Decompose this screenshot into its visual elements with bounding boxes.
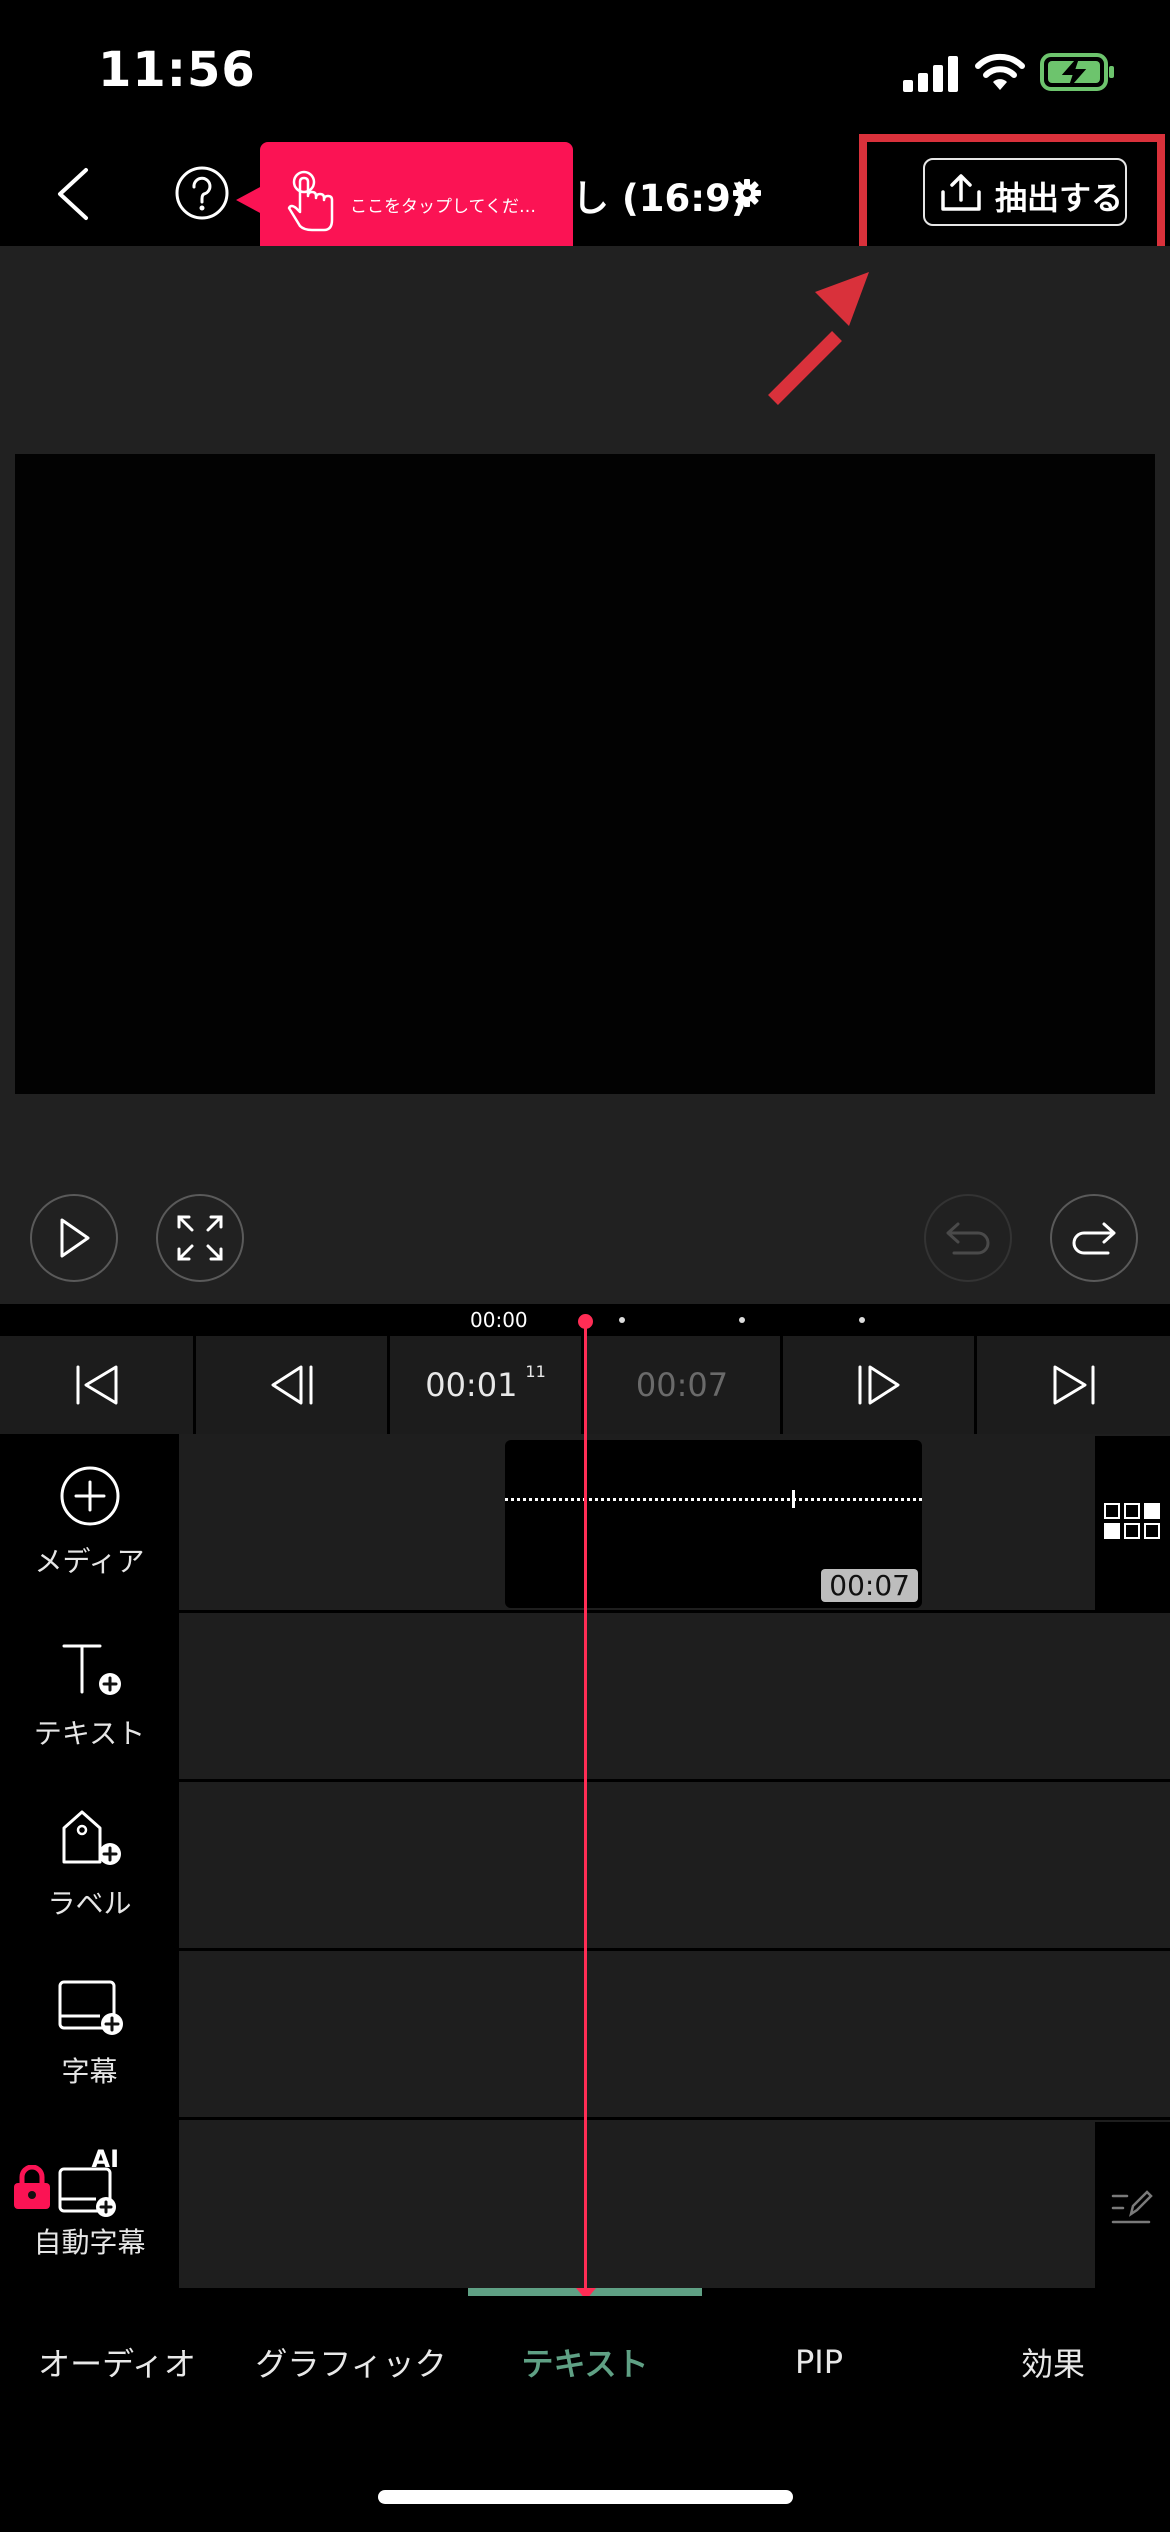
ruler-time-label: 00:00	[470, 1308, 528, 1332]
plus-circle-icon	[60, 1466, 119, 1526]
redo-button[interactable]	[1050, 1194, 1138, 1282]
ruler-tick	[619, 1317, 625, 1323]
lock-icon	[13, 2165, 50, 2209]
duration-display: 00:07	[584, 1336, 780, 1434]
annotation-arrow	[765, 266, 881, 408]
tag-add-icon	[62, 1810, 121, 1865]
audio-waveform	[505, 1498, 922, 1501]
video-preview[interactable]	[15, 454, 1155, 1094]
tooltip-pointer	[236, 186, 262, 214]
undo-icon	[946, 1222, 990, 1255]
clip-grid-button[interactable]	[1095, 1436, 1170, 1612]
skip-start-icon	[76, 1365, 117, 1405]
playhead[interactable]	[584, 1328, 587, 2292]
edit-subtitle-button[interactable]	[1095, 2122, 1170, 2288]
project-title[interactable]: し (16:9)	[572, 168, 748, 222]
ruler-tick	[859, 1317, 865, 1323]
tap-hand-icon	[286, 168, 340, 232]
wifi-icon	[974, 52, 1026, 92]
pencil-edit-icon	[1111, 2190, 1153, 2224]
label-label: ラベル	[47, 1887, 132, 1920]
add-text-button[interactable]: テキスト	[0, 1613, 179, 1779]
text-label: テキスト	[33, 1717, 146, 1750]
playhead-handle[interactable]	[578, 1314, 593, 1329]
fullscreen-button[interactable]	[156, 1194, 244, 1282]
tab-text[interactable]: テキスト	[468, 2296, 702, 2428]
help-button[interactable]	[174, 165, 230, 221]
home-indicator	[378, 2490, 793, 2504]
add-subtitle-button[interactable]: 字幕	[0, 1951, 179, 2117]
tooltip[interactable]: ここをタップしてくだ…	[260, 142, 573, 257]
auto-subtitle-add-icon	[58, 2167, 116, 2217]
add-media-button[interactable]: メディア	[0, 1434, 179, 1610]
next-frame-button[interactable]	[783, 1336, 974, 1434]
ruler-tick	[739, 1317, 745, 1323]
current-frame: 11	[525, 1361, 546, 1381]
tab-effects[interactable]: 効果	[936, 2296, 1170, 2428]
status-time: 11:56	[98, 42, 256, 98]
grid-icon	[1104, 1503, 1160, 1539]
total-duration: 00:07	[635, 1366, 729, 1404]
redo-icon	[1072, 1222, 1116, 1255]
bottom-tab-bar: オーディオ グラフィック テキスト PIP 効果	[0, 2296, 1170, 2428]
tab-graphic[interactable]: グラフィック	[234, 2296, 468, 2428]
signal-icon	[903, 56, 959, 92]
clip-duration: 00:07	[821, 1569, 918, 1602]
previous-frame-button[interactable]	[196, 1336, 387, 1434]
battery-icon	[1040, 52, 1116, 92]
video-clip[interactable]: 00:07	[505, 1440, 922, 1608]
subtitle-add-icon	[58, 1980, 123, 2035]
auto-subtitle-label: 自動字幕	[33, 2226, 146, 2259]
add-label-button[interactable]: ラベル	[0, 1782, 179, 1948]
current-time-display: 00:01 11	[390, 1336, 581, 1434]
step-back-icon	[271, 1365, 312, 1405]
text-add-icon	[62, 1644, 121, 1695]
back-button[interactable]	[52, 164, 92, 224]
gear-icon[interactable]	[732, 178, 762, 208]
tab-audio[interactable]: オーディオ	[0, 2296, 234, 2428]
current-time: 00:01	[425, 1366, 518, 1404]
chevron-left-icon	[58, 168, 88, 220]
add-auto-subtitle-button[interactable]: AI 自動字幕	[0, 2120, 179, 2288]
expand-icon	[177, 1215, 223, 1261]
skip-end-icon	[1053, 1365, 1094, 1405]
undo-button[interactable]	[924, 1194, 1012, 1282]
tooltip-text: ここをタップしてくだ…	[350, 197, 536, 217]
clip-marker	[792, 1490, 795, 1508]
jump-to-end-button[interactable]	[977, 1336, 1170, 1434]
play-icon	[60, 1218, 90, 1258]
tab-pip[interactable]: PIP	[702, 2296, 936, 2428]
step-forward-icon	[858, 1365, 899, 1405]
question-icon	[175, 166, 229, 220]
play-button[interactable]	[30, 1194, 118, 1282]
subtitle-label: 字幕	[61, 2055, 118, 2088]
annotation-highlight-box	[859, 134, 1165, 260]
media-label: メディア	[34, 1545, 145, 1578]
jump-to-start-button[interactable]	[0, 1336, 193, 1434]
